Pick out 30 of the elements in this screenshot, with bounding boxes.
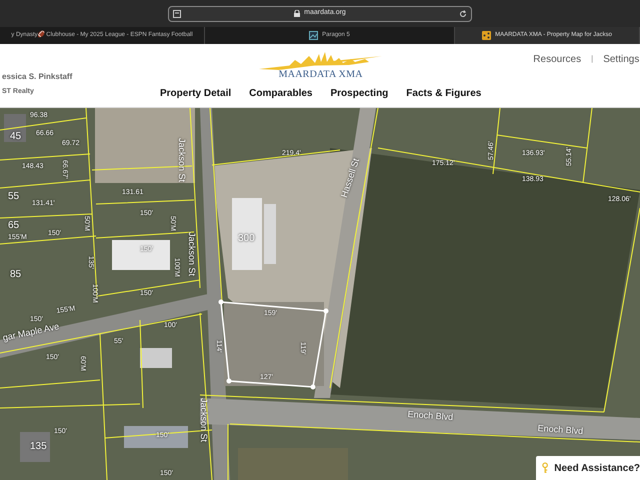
header-link[interactable]: Resources — [533, 52, 582, 67]
street-label: Enoch Blvd — [537, 424, 584, 436]
lock-icon — [294, 10, 300, 17]
street-label: Jackson St — [177, 138, 186, 182]
street-label: gar Maple Ave — [2, 322, 60, 343]
chart-icon — [309, 31, 318, 40]
selected-parcel-outline[interactable] — [217, 298, 331, 392]
street-label: Jackson St — [187, 232, 196, 276]
lot-number: 45 — [10, 132, 22, 142]
link-separator: | — [591, 53, 594, 65]
street-label: Jackson St — [199, 398, 208, 442]
logo[interactable]: MAARDATA XMA — [258, 50, 383, 80]
street-label: Hassell St — [340, 157, 362, 199]
help-button[interactable]: Need Assistance? — [536, 456, 640, 480]
lot-number: 55 — [8, 192, 20, 202]
nav-link[interactable]: Prospecting — [330, 86, 388, 101]
nav-link[interactable]: Facts & Figures — [406, 86, 482, 101]
lot-number: 85 — [10, 270, 22, 280]
lot-number: 65 — [8, 221, 20, 231]
street-label: Enoch Blvd — [407, 410, 454, 422]
lot-number: 300 — [238, 234, 255, 244]
lot-number: 135 — [30, 442, 47, 452]
header-link[interactable]: Settings — [603, 52, 640, 67]
reload-icon[interactable] — [459, 10, 467, 18]
nav-link[interactable]: Property Detail — [160, 86, 232, 101]
skyline-logo-icon — [258, 50, 383, 70]
key-icon — [542, 460, 548, 476]
reader-icon[interactable] — [173, 10, 181, 18]
nav-link[interactable]: Comparables — [249, 86, 312, 101]
user-name: essica S. Pinkstaff — [2, 70, 74, 82]
